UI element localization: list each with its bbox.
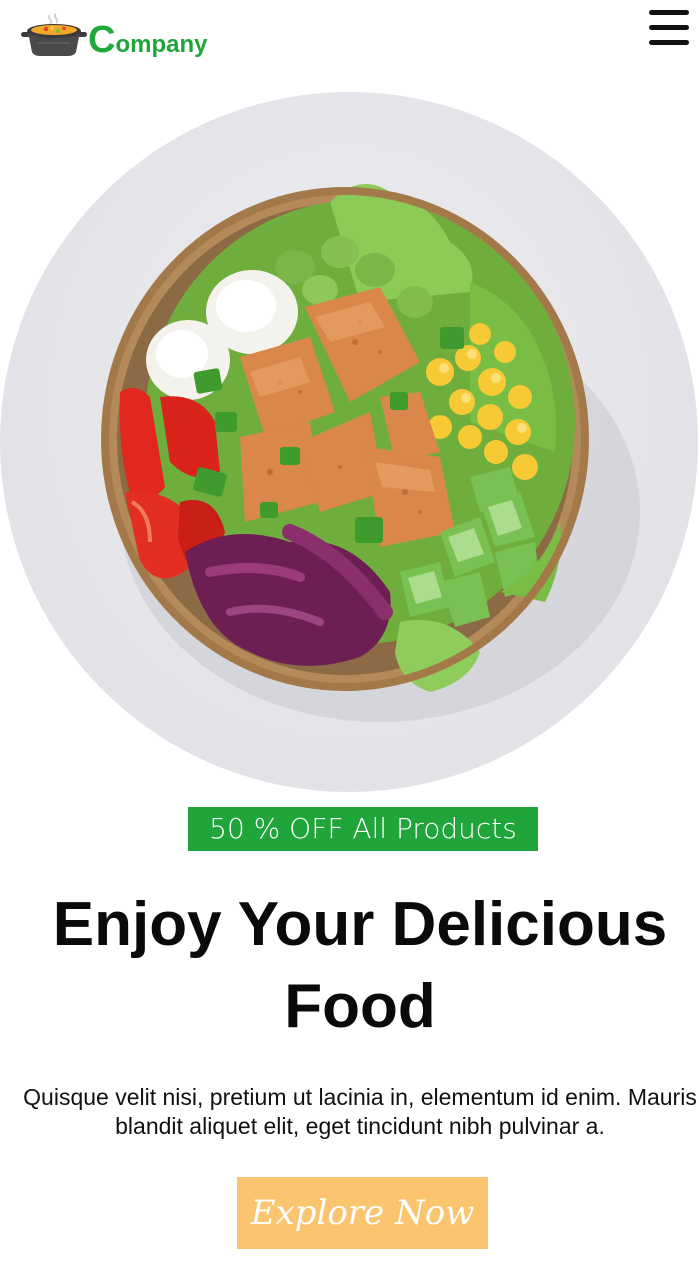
cooking-pot-icon bbox=[21, 13, 87, 56]
hero-food-image bbox=[0, 92, 698, 792]
menu-bar bbox=[649, 10, 689, 15]
logo-link[interactable]: Company bbox=[20, 12, 207, 60]
site-header: Company bbox=[0, 0, 699, 80]
logo-text: Company bbox=[88, 21, 207, 59]
menu-bar bbox=[649, 40, 689, 45]
hero-headline: Enjoy Your Delicious Food bbox=[52, 890, 668, 1041]
hamburger-menu-icon[interactable] bbox=[649, 8, 691, 48]
menu-bar bbox=[649, 25, 689, 30]
logo-wordmark: ompany bbox=[115, 31, 208, 58]
logo-initial: C bbox=[88, 19, 116, 61]
salad-bowl-illustration bbox=[101, 184, 640, 722]
hero-description: Quisque velit nisi, pretium ut lacinia i… bbox=[23, 1084, 697, 1139]
explore-now-button[interactable]: Explore Now bbox=[237, 1177, 488, 1249]
discount-badge: 50 % OFF All Products bbox=[188, 807, 538, 851]
